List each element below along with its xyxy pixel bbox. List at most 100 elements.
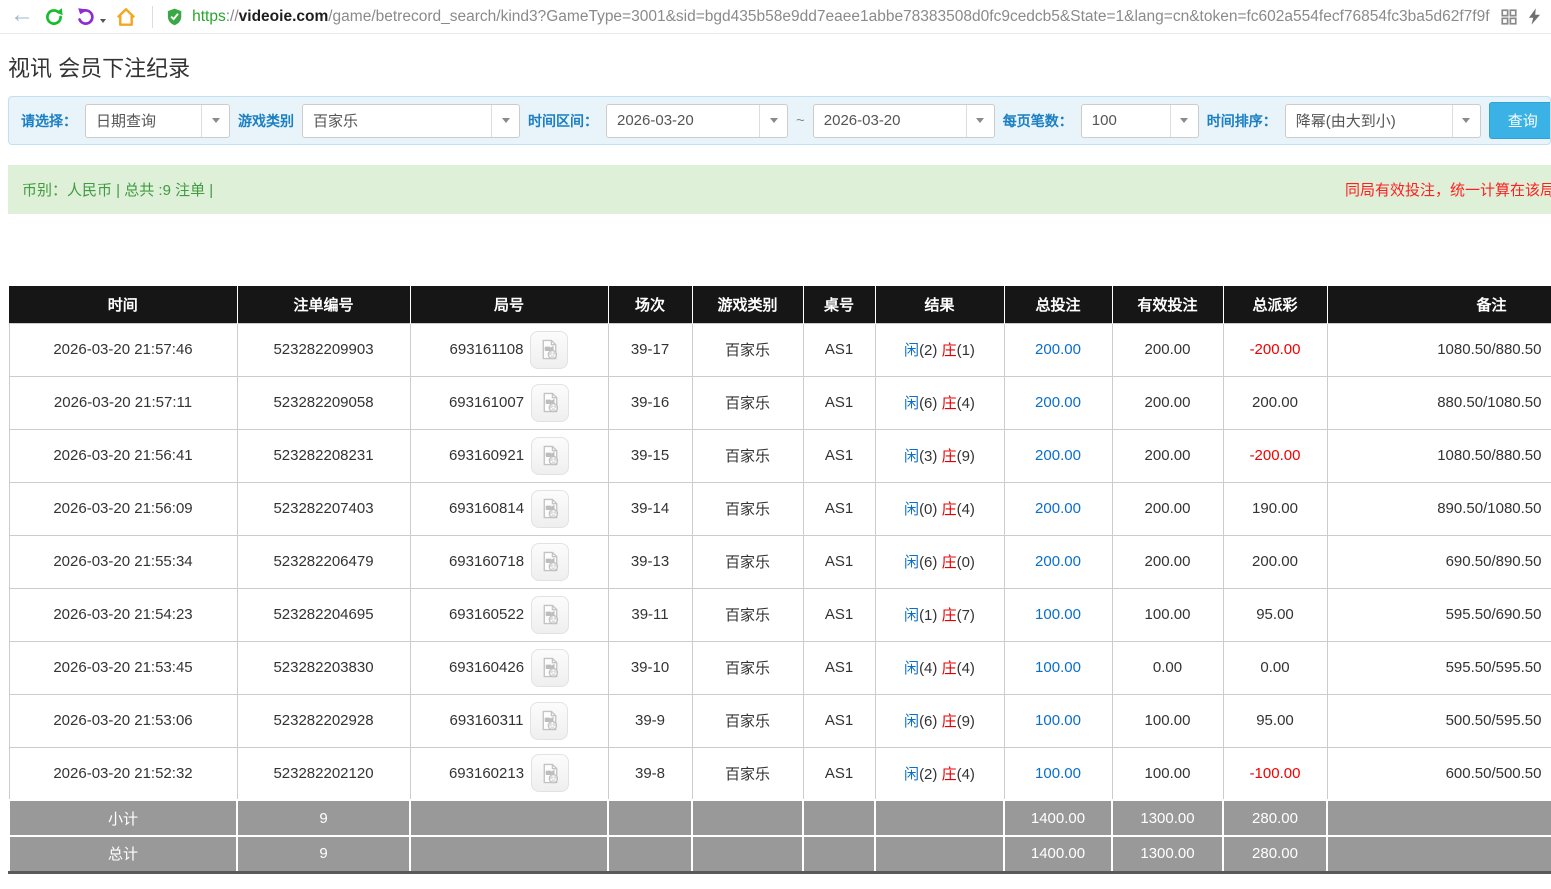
cell-total-bet: 200.00: [1004, 323, 1112, 376]
total-empty: [410, 836, 608, 872]
total-empty: [1327, 836, 1551, 872]
cell-bet-id: 523282209903: [237, 323, 410, 376]
result-banker-points: (4): [957, 660, 975, 677]
cell-time: 2026-03-20 21:57:11: [9, 376, 237, 429]
video-replay-button[interactable]: [531, 754, 569, 792]
result-player-points: (6): [919, 395, 937, 412]
cell-payout: 0.00: [1223, 641, 1327, 694]
table-row: 2026-03-20 21:54:23 523282204695 6931605…: [9, 588, 1551, 641]
video-replay-button[interactable]: [531, 543, 569, 581]
cell-valid-bet: 200.00: [1112, 535, 1223, 588]
cell-result: 闲(0) 庄(4): [875, 482, 1004, 535]
cell-round-id: 693161108: [410, 323, 608, 376]
sort-select[interactable]: 降幂(由大到小): [1285, 104, 1481, 138]
cell-bet-id: 523282202120: [237, 747, 410, 800]
subtotal-valid-bet: 1300.00: [1112, 800, 1223, 836]
cell-valid-bet: 100.00: [1112, 694, 1223, 747]
result-player-points: (0): [919, 501, 937, 518]
video-file-icon: [539, 444, 562, 467]
video-replay-button[interactable]: [531, 384, 569, 422]
cell-valid-bet: 0.00: [1112, 641, 1223, 694]
cell-valid-bet: 200.00: [1112, 376, 1223, 429]
qr-code-icon[interactable]: [1500, 8, 1518, 26]
refresh-glyph: [44, 7, 64, 27]
header-total-bet: 总投注: [1004, 286, 1112, 323]
home-glyph: [115, 6, 137, 28]
video-replay-button[interactable]: [531, 437, 569, 475]
header-session: 场次: [608, 286, 692, 323]
result-player: 闲: [904, 713, 919, 730]
cell-round-id: 693160718: [410, 535, 608, 588]
result-player: 闲: [904, 554, 919, 571]
url-domain: videoie.com: [239, 8, 329, 25]
table-row: 2026-03-20 21:56:41 523282208231 6931609…: [9, 429, 1551, 482]
video-file-icon: [539, 762, 562, 785]
video-replay-button[interactable]: [530, 331, 568, 369]
game-type-value: 百家乐: [303, 105, 491, 137]
cell-time: 2026-03-20 21:55:34: [9, 535, 237, 588]
video-replay-button[interactable]: [531, 649, 569, 687]
undo-glyph: [76, 7, 96, 27]
cell-game-type: 百家乐: [692, 694, 803, 747]
back-icon[interactable]: ←: [8, 4, 36, 30]
page-size-select[interactable]: 100: [1081, 104, 1199, 138]
home-icon[interactable]: [112, 4, 140, 30]
cell-payout: -200.00: [1223, 429, 1327, 482]
time-range-label: 时间区间：: [528, 111, 598, 131]
cell-table-no: AS1: [803, 694, 875, 747]
cell-table-no: AS1: [803, 641, 875, 694]
lightning-icon[interactable]: [1526, 7, 1543, 26]
cell-time: 2026-03-20 21:57:46: [9, 323, 237, 376]
cell-valid-bet: 100.00: [1112, 747, 1223, 800]
date-from-select[interactable]: 2026-03-20: [606, 104, 788, 138]
result-banker: 庄: [942, 607, 957, 624]
cell-payout: 200.00: [1223, 376, 1327, 429]
video-replay-button[interactable]: [531, 490, 569, 528]
undo-menu-caret[interactable]: [100, 19, 106, 23]
cell-game-type: 百家乐: [692, 429, 803, 482]
subtotal-label: 小计: [9, 800, 237, 836]
result-player-points: (2): [919, 766, 937, 783]
cell-result: 闲(6) 庄(4): [875, 376, 1004, 429]
result-banker-points: (9): [957, 448, 975, 465]
cell-round-id: 693160213: [410, 747, 608, 800]
cell-session: 39-15: [608, 429, 692, 482]
table-row: 2026-03-20 21:53:06 523282202928 6931603…: [9, 694, 1551, 747]
refresh-icon[interactable]: [40, 4, 68, 30]
cell-bet-id: 523282206479: [237, 535, 410, 588]
total-payout: 280.00: [1223, 836, 1327, 872]
game-type-select[interactable]: 百家乐: [302, 104, 520, 138]
query-type-select[interactable]: 日期查询: [85, 104, 230, 138]
result-banker: 庄: [942, 766, 957, 783]
date-to-select[interactable]: 2026-03-20: [813, 104, 995, 138]
cell-session: 39-8: [608, 747, 692, 800]
url-path: /game/betrecord_search/kind3?GameType=30…: [328, 8, 1490, 25]
header-round-id: 局号: [410, 286, 608, 323]
cell-total-bet: 200.00: [1004, 535, 1112, 588]
video-replay-button[interactable]: [531, 596, 569, 634]
address-bar[interactable]: https://videoie.com/game/betrecord_searc…: [165, 7, 1490, 27]
cell-remark: 1080.50/880.50: [1327, 429, 1551, 482]
cell-time: 2026-03-20 21:52:32: [9, 747, 237, 800]
cell-result: 闲(2) 庄(4): [875, 747, 1004, 800]
cell-total-bet: 200.00: [1004, 376, 1112, 429]
result-banker-points: (4): [957, 766, 975, 783]
cell-remark: 500.50/595.50: [1327, 694, 1551, 747]
cell-game-type: 百家乐: [692, 588, 803, 641]
video-replay-button[interactable]: [530, 702, 568, 740]
filter-bar: 请选择： 日期查询 游戏类别 百家乐 时间区间： 2026-03-20 ~ 20…: [8, 96, 1551, 145]
date-to-caret: [966, 105, 994, 137]
cell-session: 39-10: [608, 641, 692, 694]
cell-round-id: 693160522: [410, 588, 608, 641]
round-id-text: 693160522: [449, 606, 524, 623]
undo-icon[interactable]: [72, 4, 100, 30]
page-size-label: 每页笔数：: [1003, 111, 1073, 131]
table-body: 2026-03-20 21:57:46 523282209903 6931611…: [9, 323, 1551, 800]
result-banker-points: (4): [957, 501, 975, 518]
table-header: 时间 注单编号 局号 场次 游戏类别 桌号 结果 总投注 有效投注 总派彩 备注: [9, 286, 1551, 323]
result-player-points: (6): [919, 713, 937, 730]
cell-remark: 880.50/1080.50: [1327, 376, 1551, 429]
cell-game-type: 百家乐: [692, 323, 803, 376]
cell-time: 2026-03-20 21:56:41: [9, 429, 237, 482]
search-button[interactable]: 查询: [1489, 102, 1551, 139]
